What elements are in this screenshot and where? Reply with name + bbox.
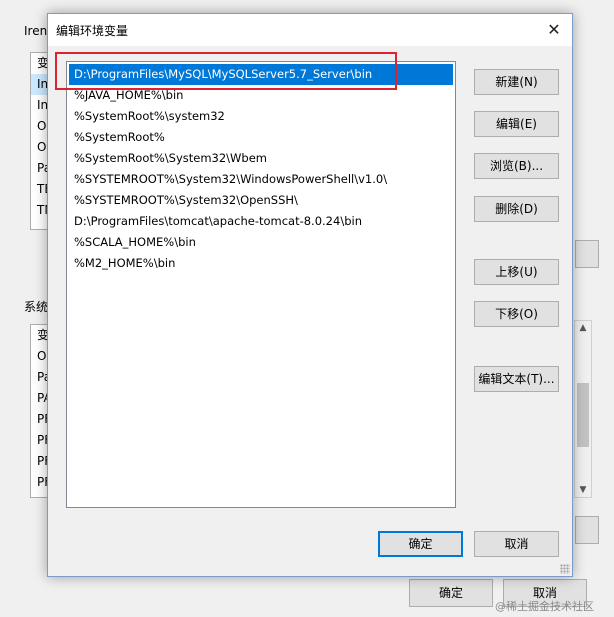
system-variables-group-label: 系统 — [24, 300, 49, 314]
scrollbar-thumb[interactable] — [577, 383, 589, 447]
edit-text-button[interactable]: 编辑文本(T)... — [474, 366, 559, 392]
path-entries-list[interactable]: D:\ProgramFiles\MySQL\MySQLServer5.7_Ser… — [66, 61, 456, 508]
delete-button[interactable]: 删除(D) — [474, 196, 559, 222]
list-item[interactable]: %SystemRoot%\system32 — [67, 106, 455, 127]
move-down-button[interactable]: 下移(O) — [474, 301, 559, 327]
list-item[interactable]: %SystemRoot%\System32\Wbem — [67, 148, 455, 169]
annotation-highlight-box — [55, 52, 397, 90]
browse-button[interactable]: 浏览(B)... — [474, 153, 559, 179]
edit-button[interactable]: 编辑(E) — [474, 111, 559, 137]
ok-button[interactable]: 确定 — [378, 531, 463, 557]
scroll-down-icon[interactable]: ▼ — [577, 485, 589, 495]
list-item[interactable]: %M2_HOME%\bin — [67, 253, 455, 274]
background-button[interactable] — [575, 516, 599, 544]
scroll-up-icon[interactable]: ▲ — [577, 323, 589, 333]
list-item[interactable]: %SCALA_HOME%\bin — [67, 232, 455, 253]
system-list-scrollbar[interactable]: ▲ ▼ — [574, 320, 592, 498]
edit-environment-variable-dialog: 编辑环境变量 ✕ D:\ProgramFiles\MySQL\MySQLServ… — [47, 13, 573, 577]
background-ok-button[interactable]: 确定 — [409, 579, 493, 607]
watermark: @稀土掘金技术社区 — [495, 600, 594, 613]
resize-grip-icon[interactable] — [560, 564, 570, 574]
dialog-title: 编辑环境变量 — [56, 24, 129, 38]
close-icon[interactable]: ✕ — [540, 16, 568, 44]
move-up-button[interactable]: 上移(U) — [474, 259, 559, 285]
new-button[interactable]: 新建(N) — [474, 69, 559, 95]
list-item[interactable]: D:\ProgramFiles\tomcat\apache-tomcat-8.0… — [67, 211, 455, 232]
dialog-titlebar[interactable]: 编辑环境变量 ✕ — [48, 14, 572, 46]
list-item[interactable]: %SYSTEMROOT%\System32\OpenSSH\ — [67, 190, 455, 211]
user-variables-group-label: Iren — [24, 24, 48, 38]
background-button[interactable] — [575, 240, 599, 268]
list-item[interactable]: %SYSTEMROOT%\System32\WindowsPowerShell\… — [67, 169, 455, 190]
cancel-button[interactable]: 取消 — [474, 531, 559, 557]
list-item[interactable]: %SystemRoot% — [67, 127, 455, 148]
